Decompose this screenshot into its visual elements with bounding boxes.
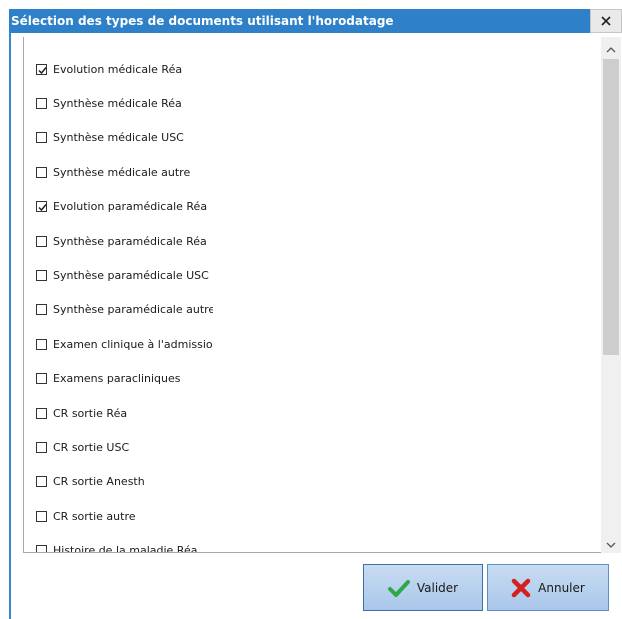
vertical-scrollbar[interactable] (601, 37, 621, 553)
cancel-button-label: Annuler (538, 580, 585, 595)
checkbox[interactable] (36, 132, 47, 144)
cancel-button[interactable]: Annuler (487, 564, 609, 611)
list-item-label: Evolution paramédicale Réa (53, 200, 208, 214)
checkbox[interactable] (36, 269, 47, 281)
list-item-label: Examens paracliniques (53, 372, 181, 386)
checkbox[interactable] (36, 441, 47, 453)
check-icon (38, 66, 47, 74)
checkbox[interactable] (36, 201, 47, 213)
checkbox[interactable] (36, 407, 47, 419)
checkbox[interactable] (36, 235, 47, 247)
list-item[interactable]: Synthèse médicale autre (36, 162, 213, 182)
checkbox[interactable] (36, 476, 47, 488)
list-item[interactable]: Evolution paramédicale Réa (36, 197, 213, 217)
list-item-label: Synthèse médicale autre (53, 165, 191, 179)
list-item-label: Synthèse médicale Réa (53, 96, 182, 110)
list-item[interactable]: CR sortie Réa (36, 403, 213, 423)
list-item[interactable]: Synthèse médicale USC (36, 128, 213, 148)
list-item-label: Synthèse paramédicale Réa (53, 234, 207, 248)
list-item[interactable]: CR sortie autre (36, 506, 213, 526)
close-button[interactable] (590, 9, 622, 33)
list-item[interactable]: Examen clinique à l'admission (36, 334, 213, 354)
list-item-label: Synthèse paramédicale autre (53, 303, 213, 317)
checkbox[interactable] (36, 166, 47, 178)
chevron-down-icon (606, 534, 616, 553)
list-item[interactable]: CR sortie Anesth (36, 472, 213, 492)
list-item-label: CR sortie Anesth (53, 475, 145, 489)
list-item[interactable]: Evolution médicale Réa (36, 59, 213, 79)
dialog-window: Sélection des types de documents utilisa… (0, 0, 622, 619)
list-item-label: Synthèse médicale USC (53, 131, 184, 145)
dialog-title: Sélection des types de documents utilisa… (11, 14, 394, 28)
checkbox[interactable] (36, 373, 47, 385)
checkbox[interactable] (36, 510, 47, 522)
list-item-label: Evolution médicale Réa (53, 62, 183, 76)
list-item[interactable]: Histoire de la maladie Réa (36, 541, 213, 553)
chevron-up-icon (606, 38, 616, 57)
list-item[interactable]: Synthèse paramédicale Réa (36, 231, 213, 251)
validate-button[interactable]: Valider (363, 564, 483, 611)
red-cross-icon (511, 578, 531, 598)
validate-button-label: Valider (416, 580, 459, 595)
document-type-list: Evolution médicale Réa Synthèse médicale … (23, 37, 621, 553)
list-item[interactable]: CR sortie USC (36, 437, 213, 457)
list-item[interactable]: Synthèse paramédicale autre (36, 300, 213, 320)
checkbox[interactable] (36, 338, 47, 350)
checkbox[interactable] (36, 545, 47, 552)
list-item-label: Histoire de la maladie Réa (53, 544, 198, 553)
checkbox[interactable] (36, 97, 47, 109)
list-item-label: Synthèse paramédicale USC (53, 268, 209, 282)
scroll-down-button[interactable] (601, 533, 621, 553)
scroll-up-button[interactable] (601, 37, 621, 57)
list-item[interactable]: Examens paracliniques (36, 369, 213, 389)
checkbox[interactable] (36, 304, 47, 316)
check-icon (38, 204, 47, 212)
list-item-label: CR sortie USC (53, 440, 130, 454)
scroll-thumb[interactable] (603, 59, 619, 355)
list-item-label: CR sortie autre (53, 509, 136, 523)
list-item-label: Examen clinique à l'admission (53, 337, 213, 351)
list-item[interactable]: Synthèse paramédicale USC (36, 265, 213, 285)
green-check-icon (387, 579, 410, 597)
close-icon (601, 16, 611, 26)
list-item[interactable]: Synthèse médicale Réa (36, 93, 213, 113)
list-item-label: CR sortie Réa (53, 406, 128, 420)
checkbox[interactable] (36, 63, 47, 75)
